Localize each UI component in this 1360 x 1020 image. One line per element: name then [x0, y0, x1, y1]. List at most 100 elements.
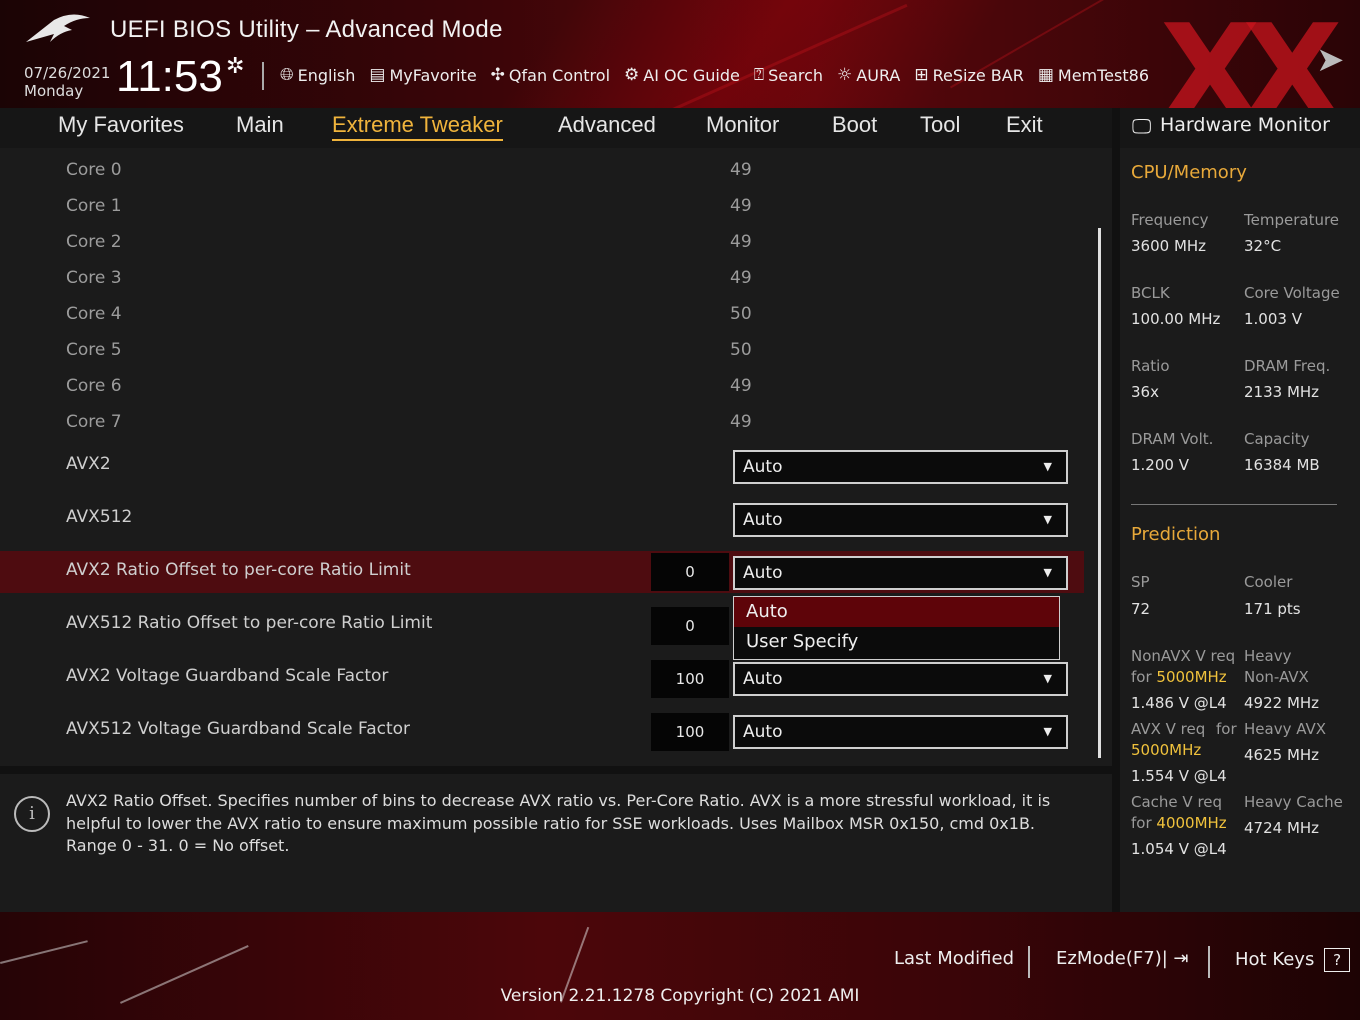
hardware-monitor-title: Hardware Monitor: [1160, 114, 1330, 136]
qfan-control-button[interactable]: ✣ Qfan Control: [491, 65, 610, 85]
nonavx-freq: 5000MHz: [1156, 668, 1227, 686]
gear-icon[interactable]: ✲: [226, 54, 244, 79]
caret-down-icon: ▼: [1043, 672, 1052, 685]
dram-volt-value: 1.200 V: [1131, 456, 1189, 474]
avx-freq: 5000MHz: [1131, 741, 1202, 759]
toolbar-divider: [262, 62, 264, 90]
light-icon: ☼: [837, 65, 853, 85]
avx512-offset-input[interactable]: 0: [651, 607, 729, 645]
search-label: Search: [768, 65, 824, 85]
cooler-label: Cooler: [1244, 573, 1293, 591]
avx512-offset-label: AVX512 Ratio Offset to per-core Ratio Li…: [66, 613, 433, 633]
bclk-label: BCLK: [1131, 284, 1170, 302]
core-4-value: 50: [730, 304, 752, 324]
memtest-button[interactable]: ▦ MemTest86: [1038, 65, 1149, 85]
ratio-label: Ratio: [1131, 357, 1170, 375]
core-6-value: 49: [730, 376, 752, 396]
tab-advanced[interactable]: Advanced: [558, 112, 656, 138]
dropdown-option-auto[interactable]: Auto: [734, 597, 1059, 627]
avx2-offset-select-value: Auto: [743, 563, 783, 583]
tab-exit[interactable]: Exit: [1006, 112, 1043, 138]
temperature-label: Temperature: [1244, 211, 1340, 229]
search-button[interactable]: ⍰ Search: [754, 65, 823, 85]
main-nav: My Favorites Main Extreme Tweaker Advanc…: [0, 108, 1112, 148]
info-icon: i: [14, 796, 50, 832]
heavy-nonavx-value: 4922 MHz: [1244, 694, 1320, 712]
tab-extreme-tweaker[interactable]: Extreme Tweaker: [332, 112, 503, 141]
avx512-guardband-select-value: Auto: [743, 722, 783, 742]
nonavx-req-label: NonAVX V req: [1131, 647, 1236, 665]
dropdown-option-user-specify[interactable]: User Specify: [734, 627, 1059, 657]
hardware-monitor-panel: CPU/Memory Frequency 3600 MHz Temperatur…: [1120, 148, 1360, 912]
avx2-offset-input[interactable]: 0: [651, 553, 729, 591]
aura-label: AURA: [856, 65, 901, 85]
core-7-label: Core 7: [66, 412, 122, 432]
hot-keys-button[interactable]: Hot Keys ?: [1235, 948, 1351, 972]
core-6-label: Core 6: [66, 376, 122, 396]
avx2-guardband-select[interactable]: Auto ▼: [733, 662, 1068, 696]
tab-main[interactable]: Main: [236, 112, 284, 138]
settings-panel: Core 0 49 Core 1 49 Core 2 49 Core 3 49 …: [0, 148, 1112, 766]
favorite-list-icon: ▤: [369, 65, 386, 85]
exit-arrow-icon: ⇥: [1173, 948, 1189, 969]
tab-tool[interactable]: Tool: [920, 112, 960, 138]
sp-value: 72: [1131, 600, 1151, 618]
aura-button[interactable]: ☼ AURA: [837, 65, 900, 85]
day-text: Monday: [24, 82, 84, 100]
section-divider: [1131, 504, 1337, 505]
avx2-select-value: Auto: [743, 457, 783, 477]
avx512-guardband-input[interactable]: 100: [651, 713, 729, 751]
myfavorite-label: MyFavorite: [389, 65, 477, 85]
caret-down-icon: ▼: [1043, 725, 1052, 738]
heavy-nonavx-label-1: Heavy: [1244, 647, 1292, 665]
heavy-cache-label: Heavy Cache: [1244, 793, 1343, 811]
avx-volt: 1.554 V @L4: [1131, 767, 1227, 785]
dram-freq-value: 2133 MHz: [1244, 383, 1320, 401]
core-voltage-value: 1.003 V: [1244, 310, 1302, 328]
app-title: UEFI BIOS Utility – Advanced Mode: [110, 16, 503, 43]
memory-icon: ▦: [1037, 65, 1054, 85]
capacity-value: 16384 MB: [1244, 456, 1320, 474]
last-modified-button[interactable]: Last Modified: [894, 948, 1014, 969]
ai-oc-label: AI OC Guide: [643, 65, 740, 85]
avx2-offset-label: AVX2 Ratio Offset to per-core Ratio Limi…: [66, 560, 411, 580]
clock: 11:53: [116, 52, 223, 101]
cache-for-text: for: [1131, 814, 1152, 832]
footer-streak: [0, 940, 88, 964]
ezmode-button[interactable]: EzMode(F7)| ⇥: [1056, 948, 1189, 969]
caret-down-icon: ▼: [1043, 460, 1052, 473]
header: UEFI BIOS Utility – Advanced Mode 07/26/…: [0, 0, 1360, 108]
language-button[interactable]: 🌐︎ English: [280, 65, 355, 85]
tab-boot[interactable]: Boot: [832, 112, 877, 138]
hardware-monitor-header: 🖵︎ Hardware Monitor: [1120, 108, 1360, 148]
avx512-select[interactable]: Auto ▼: [733, 503, 1068, 537]
globe-icon: 🌐︎: [280, 65, 294, 85]
nonavx-for-text: for: [1131, 668, 1152, 686]
core-0-value: 49: [730, 160, 752, 180]
cache-volt: 1.054 V @L4: [1131, 840, 1227, 858]
avx2-guardband-input[interactable]: 100: [651, 660, 729, 698]
avx2-offset-select[interactable]: Auto ▼: [733, 556, 1068, 590]
header-streak: [668, 3, 908, 108]
avx2-select[interactable]: Auto ▼: [733, 450, 1068, 484]
language-label: English: [297, 65, 356, 85]
core-1-value: 49: [730, 196, 752, 216]
ratio-value: 36x: [1131, 383, 1159, 401]
tab-monitor[interactable]: Monitor: [706, 112, 779, 138]
fan-icon: ✣: [490, 65, 505, 85]
footer-divider: [1028, 946, 1030, 978]
avx512-guardband-select[interactable]: Auto ▼: [733, 715, 1068, 749]
heavy-nonavx-label-2: Non-AVX: [1244, 668, 1309, 686]
dram-volt-label: DRAM Volt.: [1131, 430, 1214, 448]
settings-scrollbar[interactable]: [1098, 228, 1101, 758]
nonavx-for-line: for 5000MHz: [1131, 668, 1227, 686]
resize-bar-label: ReSize BAR: [932, 65, 1024, 85]
ratio-offset-dropdown: Auto User Specify: [733, 596, 1060, 660]
tab-my-favorites[interactable]: My Favorites: [58, 112, 184, 138]
myfavorite-button[interactable]: ▤ MyFavorite: [369, 65, 476, 85]
resize-bar-button[interactable]: ⊞ ReSize BAR: [914, 65, 1023, 85]
ai-oc-guide-button[interactable]: ⚙ AI OC Guide: [624, 65, 740, 85]
core-2-label: Core 2: [66, 232, 122, 252]
cache-for-line: for 4000MHz: [1131, 814, 1227, 832]
date-display: 07/26/2021 Monday: [24, 64, 110, 100]
